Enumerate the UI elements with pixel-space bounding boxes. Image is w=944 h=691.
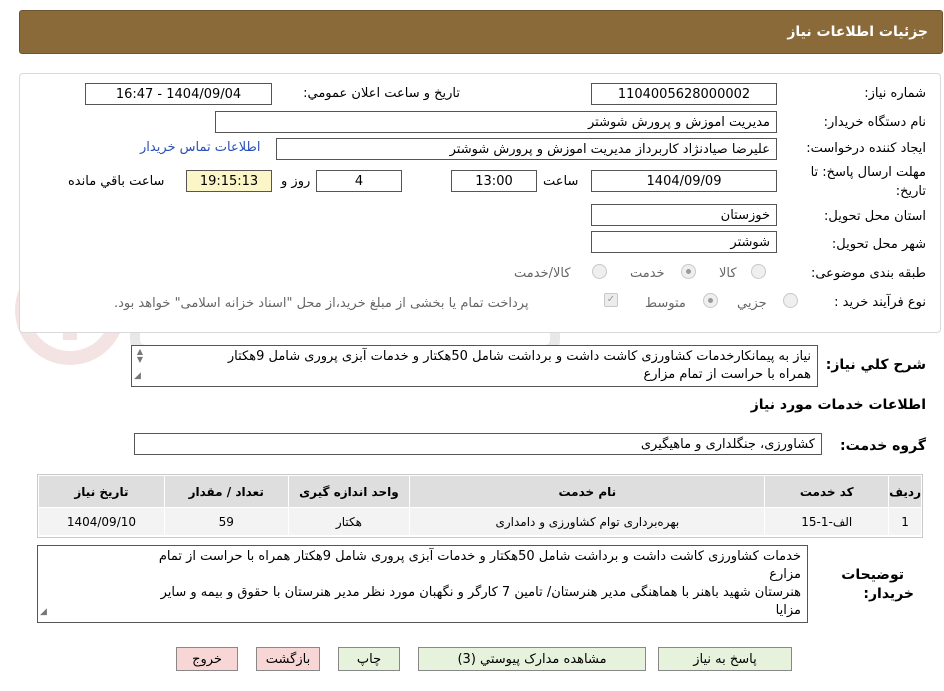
treasury-checkbox[interactable]: ✓ <box>604 293 618 307</box>
buyer-org-label: نام دستگاه خریدار: <box>823 115 926 130</box>
category-label: طبقه بندی موضوعی: <box>810 266 926 281</box>
need-number-label: شماره نیاز: <box>864 86 926 101</box>
deadline-date-field: 1404/09/09 <box>591 170 777 192</box>
description-line-1: نیاز به پیمانکارخدمات کشاورزی کاشت داشت … <box>227 349 811 364</box>
cell-name: بهره‌برداری توام کشاورزی و دامداری <box>409 507 766 536</box>
col-code-header: کد خدمت <box>764 475 890 508</box>
service-group-field: کشاورزی، جنگلداری و ماهیگیری <box>134 433 822 455</box>
table-header-row: ردیف کد خدمت نام خدمت واحد اندازه گیری ت… <box>38 475 922 508</box>
requester-label: ایجاد کننده درخواست: <box>806 141 926 156</box>
print-button[interactable]: چاپ <box>338 647 400 671</box>
buyer-notes-line-4: مزایا <box>775 603 801 618</box>
col-name-header: نام خدمت <box>409 475 766 508</box>
buyer-notes-textarea[interactable]: خدمات کشاورزی کاشت داشت و برداشت شامل 50… <box>37 545 808 623</box>
category-radio-goods[interactable] <box>751 264 766 279</box>
resize-grip-icon[interactable]: ◢ <box>40 603 47 621</box>
category-radio-service[interactable] <box>681 264 696 279</box>
days-field: 4 <box>316 170 402 192</box>
deadline-label-date: تاریخ: <box>895 184 926 199</box>
category-option-service: خدمت <box>630 266 665 281</box>
cell-unit: هکتار <box>287 507 411 536</box>
remaining-label: ساعت باقي مانده <box>68 174 165 189</box>
exit-button[interactable]: خروج <box>176 647 238 671</box>
description-line-2: همراه با حراست از تمام مزارع <box>643 367 811 382</box>
buyer-notes-label-2: خریدار: <box>863 586 914 602</box>
province-label: استان محل تحویل: <box>824 209 926 224</box>
buyer-org-field: مدیریت اموزش و پرورش شوشتر <box>215 111 777 133</box>
service-group-label: گروه خدمت: <box>840 438 926 454</box>
remaining-time-field: 19:15:13 <box>186 170 272 192</box>
announce-field: 1404/09/04 - 16:47 <box>85 83 272 105</box>
process-radio-minor[interactable] <box>783 293 798 308</box>
category-option-goods-service: کالا/خدمت <box>514 266 571 281</box>
buyer-notes-label-1: توضیحات <box>841 567 904 583</box>
resize-grip-icon[interactable]: ◢ <box>134 367 141 385</box>
cell-date: 1404/09/10 <box>38 507 165 536</box>
city-field: شوشتر <box>591 231 777 253</box>
cell-qty: 59 <box>163 507 289 536</box>
col-qty-header: تعداد / مقدار <box>163 475 289 508</box>
description-textarea[interactable]: نیاز به پیمانکارخدمات کشاورزی کاشت داشت … <box>131 345 818 387</box>
services-section-title: اطلاعات خدمات مورد نیاز <box>750 397 926 413</box>
description-label: شرح کلي نیاز: <box>825 357 926 373</box>
deadline-time-field: 13:00 <box>451 170 537 192</box>
category-radio-goods-service[interactable] <box>592 264 607 279</box>
payment-note: پرداخت تمام یا بخشی از مبلغ خرید،از محل … <box>114 296 529 311</box>
need-number-field: 1104005628000002 <box>591 83 777 105</box>
cell-row: 1 <box>888 507 922 536</box>
days-label: روز و <box>281 174 311 189</box>
buyer-contact-link[interactable]: اطلاعات تماس خریدار <box>140 140 260 155</box>
process-radio-medium[interactable] <box>703 293 718 308</box>
back-button[interactable]: بازگشت <box>256 647 320 671</box>
deadline-time-label: ساعت <box>543 174 579 189</box>
services-table: ردیف کد خدمت نام خدمت واحد اندازه گیری ت… <box>38 475 922 536</box>
category-option-goods: کالا <box>719 266 737 281</box>
process-option-minor: جزيي <box>737 296 767 311</box>
province-field: خوزستان <box>591 204 777 226</box>
buyer-notes-line-3: هنرستان شهید باهنر با هماهنگی مدیر هنرست… <box>160 585 801 600</box>
buyer-notes-line-2: مزارع <box>769 567 801 582</box>
reply-button[interactable]: پاسخ به نیاز <box>658 647 792 671</box>
col-date-header: تاریخ نیاز <box>38 475 165 508</box>
table-row: 1 الف-1-15 بهره‌برداری توام کشاورزی و دا… <box>38 507 922 536</box>
col-unit-header: واحد اندازه گیری <box>287 475 411 508</box>
page-header: جزئیات اطلاعات نیاز <box>19 10 943 54</box>
process-option-medium: متوسط <box>645 296 686 311</box>
col-row-header: ردیف <box>888 475 922 508</box>
deadline-label: مهلت ارسال پاسخ: تا <box>810 165 926 180</box>
announce-label: تاریخ و ساعت اعلان عمومي: <box>303 86 460 101</box>
cell-code: الف-1-15 <box>764 507 890 536</box>
spinner-arrows-icon[interactable]: ▲ ▼ <box>134 348 146 364</box>
city-label: شهر محل تحویل: <box>831 237 926 252</box>
attachments-button[interactable]: مشاهده مدارک پیوستي (3) <box>418 647 646 671</box>
process-label: نوع فرآیند خرید : <box>834 295 926 310</box>
buyer-notes-line-1: خدمات کشاورزی کاشت داشت و برداشت شامل 50… <box>158 549 801 564</box>
requester-field: علیرضا صیادنژاد کاربرداز مدیریت اموزش و … <box>276 138 777 160</box>
page-title: جزئیات اطلاعات نیاز <box>787 24 928 40</box>
